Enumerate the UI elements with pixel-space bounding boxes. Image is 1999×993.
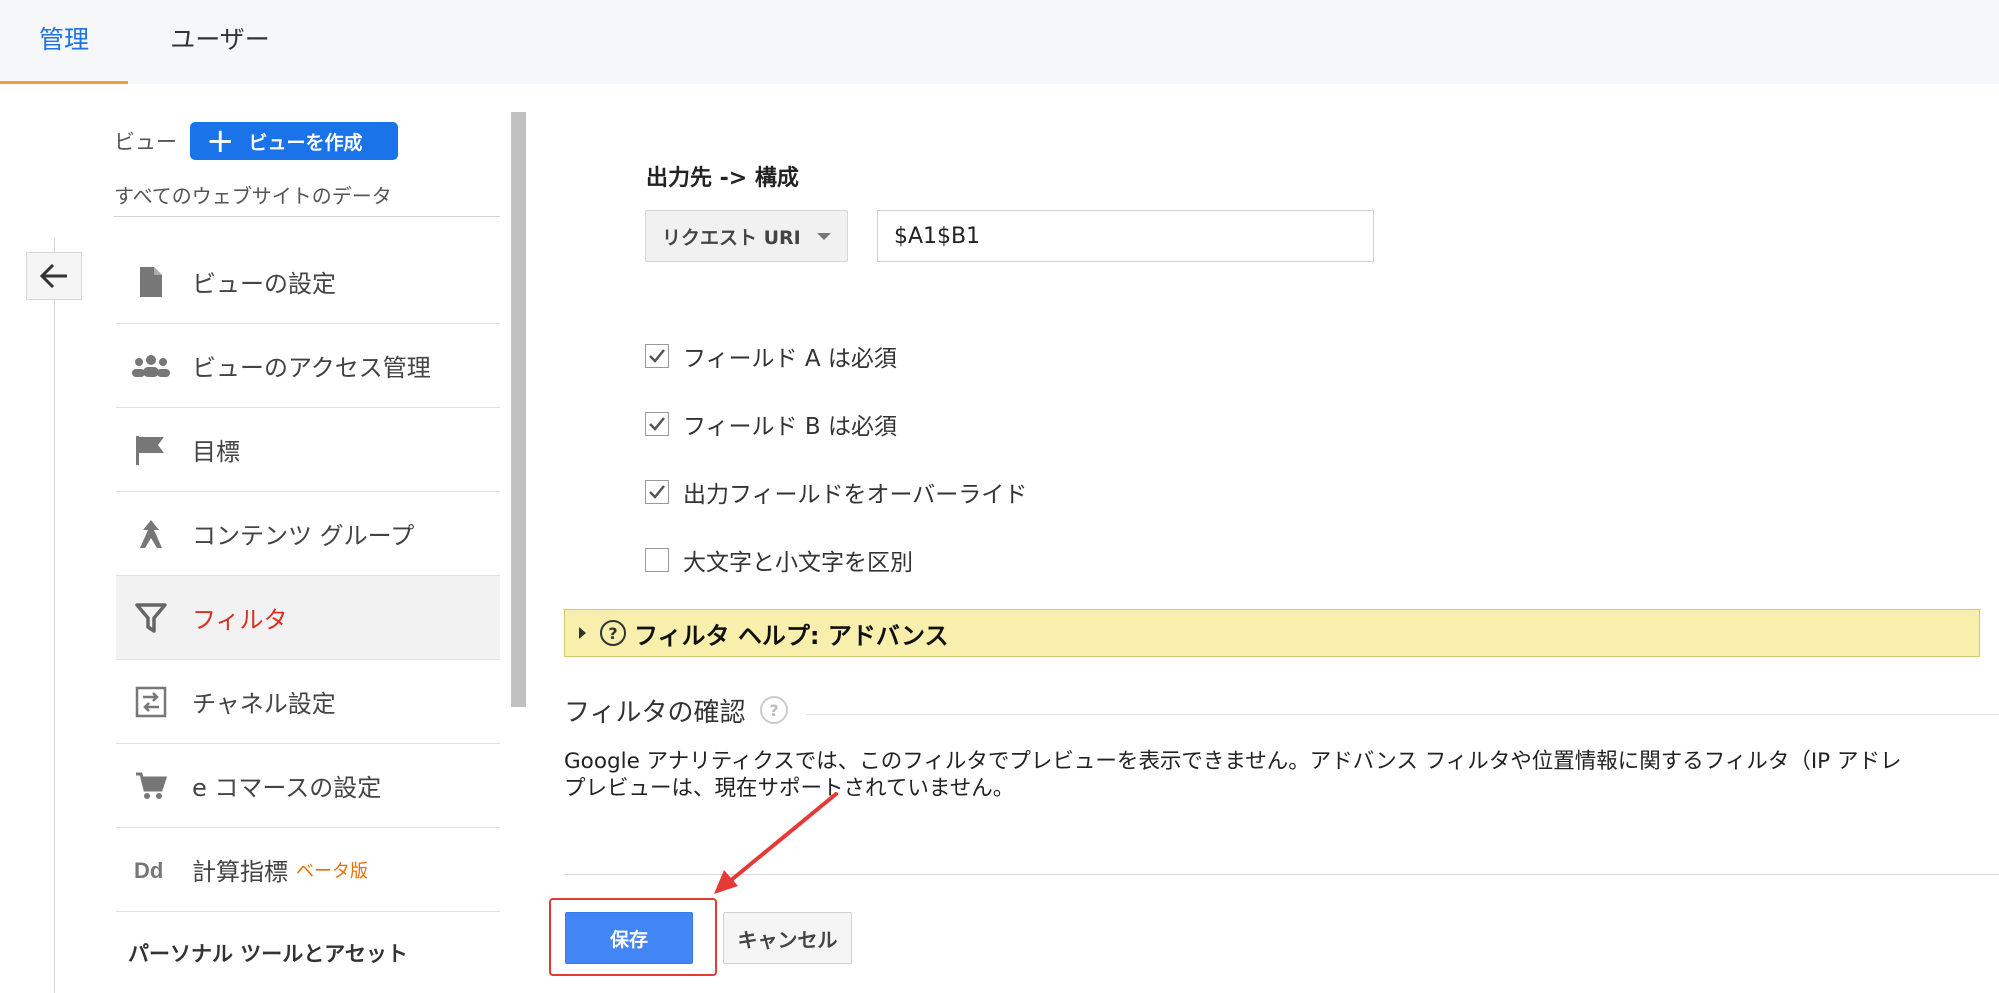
sidebar-item-label: e コマースの設定	[192, 774, 382, 802]
output-label: 出力先 -> 構成	[646, 166, 799, 191]
sidebar-item-label: フィルタ	[192, 606, 288, 634]
top-tab-bar: 管理 ユーザー	[0, 0, 1999, 84]
tab-user[interactable]: ユーザー	[150, 0, 290, 84]
checkbox-checked-icon	[645, 480, 669, 504]
sidebar-item-goals[interactable]: 目標	[116, 408, 500, 492]
view-settings-menu: ビューの設定 ビューのアクセス管理 目標 コンテンツ グループ フィルタ チャネ…	[116, 240, 500, 912]
sidebar-item-label: ビューの設定	[192, 270, 336, 298]
help-label: フィルタ ヘルプ: アドバンス	[634, 621, 949, 650]
override-output-checkbox[interactable]: 出力フィールドをオーバーライド	[645, 475, 1027, 509]
annotation-arrow-icon	[714, 792, 838, 894]
sidebar-item-ecommerce[interactable]: e コマースの設定	[116, 744, 500, 828]
channel-settings-icon	[116, 686, 186, 718]
help-icon: ?	[600, 620, 626, 646]
sidebar-item-label: 目標	[192, 438, 240, 466]
desc-line: Google アナリティクスでは、このフィルタでプレビューを表示できません。アド…	[564, 749, 1902, 774]
divider	[114, 216, 500, 217]
flag-icon	[116, 434, 186, 466]
plus-icon: +	[206, 121, 235, 161]
sidebar-item-label: チャネル設定	[192, 690, 336, 718]
cart-icon	[116, 771, 186, 801]
people-icon	[116, 353, 186, 379]
sidebar-scrollbar[interactable]	[511, 112, 526, 707]
checkbox-checked-icon	[645, 412, 669, 436]
filter-icon	[116, 602, 186, 634]
select-value: リクエスト URI	[662, 226, 801, 249]
sidebar-item-view-settings[interactable]: ビューの設定	[116, 240, 500, 324]
section-title: パーソナル ツールとアセット	[128, 942, 408, 966]
create-view-label: ビューを作成	[248, 131, 363, 154]
output-field-select[interactable]: リクエスト URI	[645, 210, 848, 262]
rail-divider	[54, 238, 55, 993]
checkbox-label: フィールド B は必須	[683, 414, 897, 440]
checkbox-unchecked-icon	[645, 548, 669, 572]
help-icon[interactable]: ?	[760, 696, 788, 724]
sidebar-item-view-access[interactable]: ビューのアクセス管理	[116, 324, 500, 408]
content-group-icon	[116, 518, 186, 550]
cancel-button[interactable]: キャンセル	[723, 912, 852, 964]
triangle-right-icon	[579, 627, 586, 639]
view-label: ビュー	[114, 130, 177, 154]
case-sensitive-checkbox[interactable]: 大文字と小文字を区別	[645, 543, 913, 577]
save-button[interactable]: 保存	[565, 912, 693, 964]
verify-title: フィルタの確認	[564, 698, 746, 728]
sidebar-item-label: 計算指標	[192, 858, 288, 886]
dd-icon: Dd	[116, 856, 186, 884]
sidebar-item-label: ビューのアクセス管理	[192, 354, 431, 382]
create-view-button[interactable]: + ビューを作成	[190, 122, 398, 160]
sidebar-item-label: コンテンツ グループ	[192, 522, 415, 550]
arrow-left-icon	[39, 263, 67, 289]
tab-admin[interactable]: 管理	[0, 0, 128, 84]
divider	[806, 714, 1999, 715]
filter-help-toggle[interactable]: ? フィルタ ヘルプ: アドバンス	[564, 609, 1980, 657]
output-constructor-input[interactable]	[877, 210, 1374, 262]
field-b-required-checkbox[interactable]: フィールド B は必須	[645, 407, 897, 441]
caret-down-icon	[817, 233, 831, 240]
document-icon	[116, 266, 186, 298]
sidebar-item-filters[interactable]: フィルタ	[116, 576, 500, 660]
beta-badge: ベータ版	[296, 860, 368, 882]
sidebar-item-content-grouping[interactable]: コンテンツ グループ	[116, 492, 500, 576]
svg-text:Dd: Dd	[134, 858, 163, 883]
checkbox-label: 大文字と小文字を区別	[683, 550, 913, 576]
checkbox-label: フィールド A は必須	[683, 346, 897, 372]
sidebar-item-calculated-metrics[interactable]: Dd 計算指標 ベータ版	[116, 828, 500, 912]
sidebar-item-channel-settings[interactable]: チャネル設定	[116, 660, 500, 744]
field-a-required-checkbox[interactable]: フィールド A は必須	[645, 339, 897, 373]
checkbox-label: 出力フィールドをオーバーライド	[683, 482, 1028, 508]
checkbox-checked-icon	[645, 344, 669, 368]
back-button[interactable]	[26, 252, 82, 300]
view-name[interactable]: すべてのウェブサイトのデータ	[114, 180, 392, 209]
